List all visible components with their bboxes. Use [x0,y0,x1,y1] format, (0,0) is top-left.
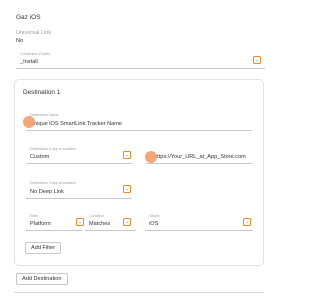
settings-panel: Gaz iOS Universal Link No Conversion Eve… [0,0,281,300]
chevron-down-icon: ⌄ [125,186,129,191]
chevron-down-icon: ⌄ [125,219,129,224]
conversion-events-field[interactable]: Conversion Events _Install [16,52,265,69]
condition-dropdown-button[interactable]: ⌄ [123,218,131,226]
divider [14,292,264,293]
values-value: iOS [149,221,159,227]
condition-label: Condition [89,214,105,218]
chevron-down-icon: ⌄ [245,219,249,224]
universal-link-value: No [16,38,24,44]
filter-label: Filter [30,214,38,218]
destination-if-not-installed-value: No Deep Link [30,189,64,195]
destination-name-label: Destination Name [30,113,59,117]
universal-link-label: Universal Link [16,30,52,36]
custom-url-value: https://Your_URL_at_App_Store.com [154,154,246,160]
touch-marker [23,116,35,128]
destination-if-not-installed-label: Destination if app is installed [30,181,76,185]
destination-if-not-installed-field[interactable]: Destination if app is installed No Deep … [26,181,132,199]
add-destination-button[interactable]: Add Destination [16,273,68,285]
destination-if-installed-value: Custom [30,154,50,160]
values-dropdown-button[interactable]: ⌄ [243,218,251,226]
destination-if-installed-field[interactable]: Destination if app is installed Custom [26,147,132,164]
destination-if-installed-dropdown-button[interactable]: ⌄ [123,151,131,159]
filter-dropdown-button[interactable]: ⌄ [76,218,84,226]
destination-if-installed-label: Destination if app is installed [30,147,76,151]
destination-card [14,79,264,266]
add-filter-button[interactable]: Add Filter [25,242,61,254]
values-label: Values [149,214,160,218]
conversion-events-value: _Install [20,59,38,65]
chevron-down-icon: ⌄ [255,57,259,62]
filter-field[interactable]: Filter Platform [26,214,82,231]
conversion-events-dropdown-button[interactable]: ⌄ [253,56,261,64]
chevron-down-icon: ⌄ [78,219,82,224]
custom-url-field[interactable]: https://Your_URL_at_App_Store.com [146,147,252,164]
destination-title: Destination 1 [23,89,61,96]
touch-marker [145,151,157,163]
destination-name-field[interactable]: Destination Name Unique iOS SmartLink Tr… [26,113,252,131]
values-field[interactable]: Values iOS [145,214,253,231]
section-title: Gaz iOS [16,14,41,21]
chevron-down-icon: ⌄ [125,152,129,157]
filter-value: Platform [30,221,51,227]
conversion-events-label: Conversion Events [20,52,51,56]
destination-name-value: Unique iOS SmartLink Tracker Name [30,121,123,127]
condition-value: Matches [89,221,111,227]
destination-if-not-installed-dropdown-button[interactable]: ⌄ [123,185,131,193]
